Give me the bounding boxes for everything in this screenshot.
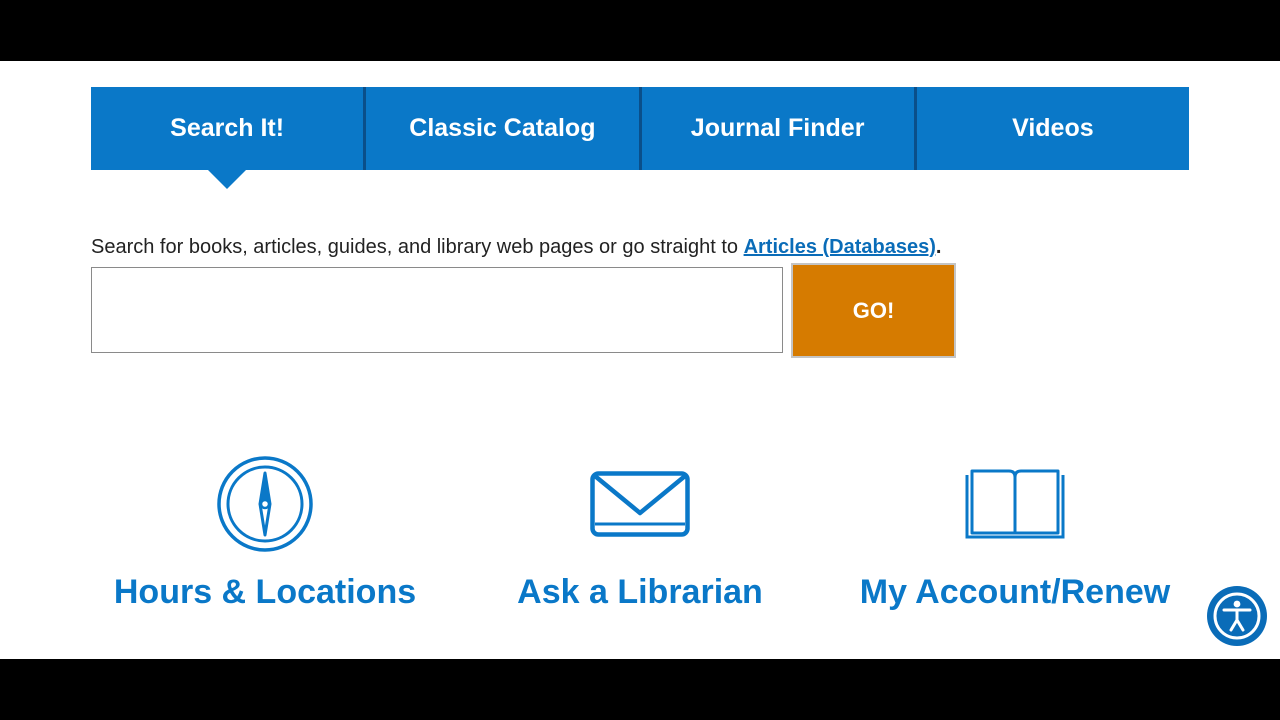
open-book-icon: [835, 449, 1195, 559]
quick-link-label: My Account/Renew: [859, 573, 1171, 611]
search-input[interactable]: [91, 267, 783, 353]
quick-link-label: Ask a Librarian: [517, 573, 763, 611]
search-intro: Search for books, articles, guides, and …: [91, 236, 941, 259]
tab-journal-finder[interactable]: Journal Finder: [638, 87, 914, 170]
go-button[interactable]: GO!: [791, 263, 956, 358]
tab-videos[interactable]: Videos: [913, 87, 1189, 170]
tab-label: Journal Finder: [690, 114, 865, 142]
ask-librarian-link[interactable]: Ask a Librarian: [460, 449, 820, 612]
tab-search-it[interactable]: Search It!: [91, 87, 364, 170]
tab-classic-catalog[interactable]: Classic Catalog: [363, 87, 639, 170]
my-account-renew-link[interactable]: My Account/Renew: [835, 449, 1195, 612]
library-search-page: Search It! Classic Catalog Journal Finde…: [0, 61, 1280, 659]
intro-suffix: .: [935, 236, 942, 258]
accessibility-icon: [1213, 592, 1261, 640]
hours-locations-link[interactable]: Hours & Locations: [85, 449, 445, 612]
quick-link-label: Hours & Locations: [113, 573, 417, 611]
tab-label: Classic Catalog: [409, 114, 596, 142]
letterbox-top: [0, 0, 1280, 61]
articles-databases-link[interactable]: Articles (Databases): [744, 236, 936, 258]
tab-label: Search It!: [170, 114, 285, 142]
search-tabs: Search It! Classic Catalog Journal Finde…: [91, 87, 1189, 170]
envelope-icon: [460, 449, 820, 559]
accessibility-button[interactable]: [1207, 586, 1267, 646]
tab-label: Videos: [1012, 114, 1094, 142]
letterbox-bottom: [0, 659, 1280, 720]
search-intro-text: Search for books, articles, guides, and …: [91, 236, 744, 258]
compass-icon: [85, 449, 445, 559]
